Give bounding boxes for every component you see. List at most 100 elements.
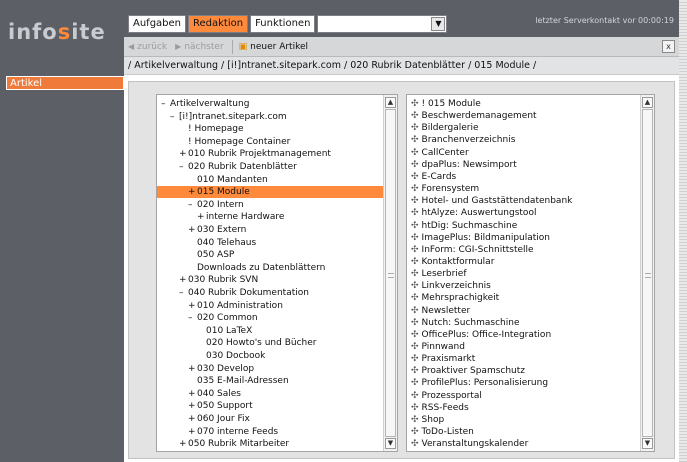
expand-icon[interactable]: + [188, 186, 197, 198]
scroll-thumb[interactable] [642, 109, 653, 437]
module-item[interactable]: ✣ CallCenter [407, 147, 469, 159]
expand-icon[interactable]: + [188, 413, 197, 425]
tree-item[interactable]: +030 Rubrik SVN [157, 274, 258, 286]
module-item[interactable]: ✣ RSS-Feeds [407, 402, 469, 414]
module-item[interactable]: ✣ Bildergalerie [407, 122, 479, 134]
tree-item[interactable]: – Artikelverwaltung [157, 98, 249, 110]
tree-item[interactable]: 020 Howto's und Bücher [157, 337, 316, 349]
tree-item[interactable]: +050 Rubrik Mitarbeiter [157, 438, 289, 450]
tree-item[interactable]: – [i!]ntranet.sitepark.com [157, 111, 287, 123]
module-item[interactable]: ✣ Hotel- und Gaststättendatenbank [407, 195, 572, 207]
tree-item[interactable]: ! Homepage [157, 123, 244, 135]
module-item[interactable]: ✣ Forensystem [407, 183, 479, 195]
module-item[interactable]: ✣ Praxismarkt [407, 353, 475, 365]
sidebar-item-artikel[interactable]: Artikel [6, 76, 124, 90]
menu-funktionen[interactable]: Funktionen [250, 15, 316, 33]
module-item[interactable]: ✣ Proaktiver Spamschutz [407, 365, 525, 377]
menu-dropdown[interactable]: ▼ [317, 15, 448, 33]
server-status: letzter Serverkontakt vor 00:00:19 [535, 16, 674, 25]
module-item[interactable]: ✣ Veranstaltungskalender [407, 438, 528, 450]
tree-item[interactable]: +050 Support [157, 400, 253, 412]
expand-icon[interactable]: + [197, 211, 206, 223]
scroll-down-icon[interactable]: ▼ [385, 438, 396, 449]
module-item[interactable]: ✣ ProfilePlus: Personalisierung [407, 377, 548, 389]
scroll-down-icon[interactable]: ▼ [642, 438, 653, 449]
module-item[interactable]: ✣ ImagePlus: Bildmanipulation [407, 232, 550, 244]
module-item[interactable]: ✣ ToDo-Listen [407, 426, 474, 438]
tree-item[interactable]: 030 Docbook [157, 350, 265, 362]
module-item[interactable]: ✣ htAlyze: Auswertungstool [407, 207, 536, 219]
tree-item[interactable]: ! Homepage Container [157, 136, 290, 148]
collapse-icon[interactable]: – [179, 287, 188, 299]
back-button[interactable]: ◀ zurück [128, 42, 167, 52]
tree-item[interactable]: +030 Develop [157, 363, 254, 375]
chevron-down-icon[interactable]: ▼ [431, 17, 446, 31]
module-item-label: htAlyze: Auswertungstool [421, 208, 537, 219]
scroll-thumb[interactable] [385, 109, 396, 437]
tree-item[interactable]: +060 Jour Fix [157, 413, 250, 425]
tree-item[interactable]: 035 E-Mail-Adressen [157, 375, 289, 387]
expand-icon[interactable]: + [179, 438, 188, 450]
tree-item[interactable]: 010 Mandanten [157, 174, 268, 186]
tree-item[interactable]: +010 Administration [157, 300, 283, 312]
module-item[interactable]: ✣ OfficePlus: Office-Integration [407, 329, 551, 341]
tree-item[interactable]: –020 Common [157, 312, 258, 324]
collapse-icon[interactable]: – [179, 161, 188, 173]
expand-icon[interactable]: + [188, 224, 197, 236]
tree-item[interactable]: –020 Intern [157, 199, 244, 211]
expand-icon[interactable]: + [188, 300, 197, 312]
module-item[interactable]: ✣ Linkverzeichnis [407, 280, 491, 292]
module-item[interactable]: ✣ dpaPlus: Newsimport [407, 159, 517, 171]
expand-icon[interactable]: + [188, 400, 197, 412]
expand-icon[interactable]: + [188, 363, 197, 375]
expand-icon[interactable]: + [179, 148, 188, 160]
tree-item-label: 050 Rubrik Mitarbeiter [188, 439, 290, 450]
module-item[interactable]: ✣ Newsletter [407, 305, 470, 317]
tree-item[interactable]: +interne Hardware [157, 211, 284, 223]
expand-icon[interactable]: + [188, 426, 197, 438]
expand-icon[interactable]: + [188, 388, 197, 400]
collapse-icon[interactable]: – [188, 312, 197, 324]
article-tree[interactable]: – Artikelverwaltung – [i!]ntranet.sitepark.… [156, 94, 398, 452]
new-article-button[interactable]: ▣ neuer Artikel [239, 42, 308, 52]
menu-aufgaben[interactable]: Aufgaben [128, 15, 187, 33]
module-item[interactable]: ✣ Beschwerdemanagement [407, 110, 537, 122]
tree-item-label: 050 ASP [197, 250, 235, 261]
tree-item[interactable]: Downloads zu Datenblättern [157, 262, 325, 274]
module-item[interactable]: ✣ Shop [407, 414, 444, 426]
tree-item[interactable]: 010 LaTeX [157, 325, 252, 337]
tree-scrollbar[interactable]: ▲ ▼ [383, 95, 397, 451]
module-item[interactable]: ✣ E-Cards [407, 171, 456, 183]
module-item[interactable]: ✣ Pinnwand [407, 341, 465, 353]
tree-item[interactable]: –040 Rubrik Dokumentation [157, 287, 309, 299]
tree-item[interactable]: +030 Extern [157, 224, 246, 236]
scroll-up-icon[interactable]: ▲ [385, 97, 396, 108]
module-scrollbar[interactable]: ▲ ▼ [640, 95, 654, 451]
tree-item[interactable]: 050 ASP [157, 249, 234, 261]
tree-item[interactable]: +015 Module [157, 186, 383, 199]
next-button[interactable]: ▶ nächster [175, 42, 223, 52]
module-item[interactable]: ✣ Prozessportal [407, 390, 482, 402]
module-item[interactable]: ✣! 015 Module [407, 98, 481, 110]
expand-icon[interactable]: + [179, 274, 188, 286]
module-item[interactable]: ✣ InForm: CGI-Schnittstelle [407, 244, 534, 256]
module-item[interactable]: ✣ Leserbrief [407, 268, 467, 280]
module-item[interactable]: ✣ Nutch: Suchmaschine [407, 317, 520, 329]
tree-item[interactable]: –020 Rubrik Datenblätter [157, 161, 297, 173]
module-item[interactable]: ✣ htDig: Suchmaschine [407, 220, 517, 232]
module-item[interactable]: ✣ Mehrsprachigkeit [407, 292, 499, 304]
scroll-up-icon[interactable]: ▲ [642, 97, 653, 108]
collapse-icon[interactable]: – [170, 111, 179, 123]
tree-item[interactable]: +040 Sales [157, 388, 241, 400]
tree-item[interactable]: 040 Telehaus [157, 237, 256, 249]
collapse-icon[interactable]: – [188, 199, 197, 211]
tree-item[interactable]: +070 interne Feeds [157, 426, 278, 438]
close-button[interactable]: x [662, 40, 675, 53]
module-item[interactable]: ✣ Kontaktformular [407, 256, 494, 268]
menu-redaktion[interactable]: Redaktion [188, 15, 249, 33]
collapse-icon[interactable]: – [161, 98, 170, 110]
module-list[interactable]: ✣! 015 Module ✣ Beschwerdemanagement ✣ Bilde… [406, 94, 655, 452]
module-item[interactable]: ✣ Branchenverzeichnis [407, 134, 515, 146]
tree-item[interactable]: +010 Rubrik Projektmanagement [157, 148, 331, 160]
tree-item-label: 010 LaTeX [206, 325, 253, 336]
